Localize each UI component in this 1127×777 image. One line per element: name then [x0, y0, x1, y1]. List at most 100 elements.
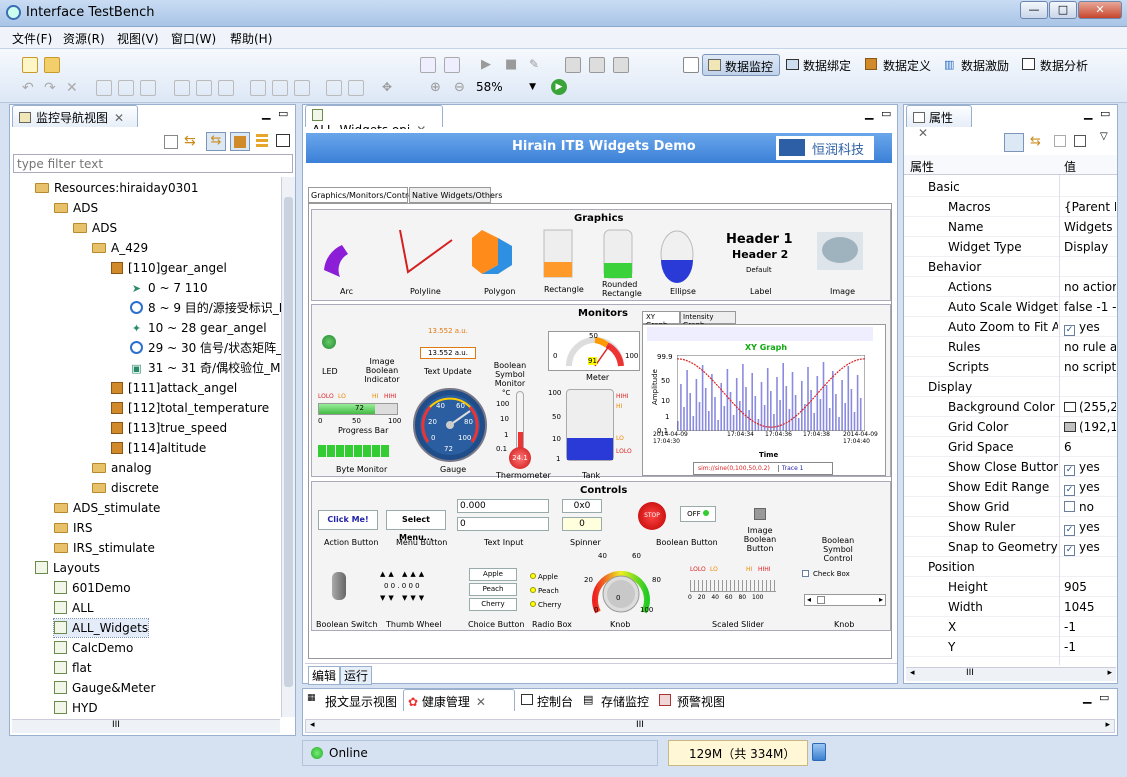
property-value[interactable]: Widgets — [1064, 217, 1116, 237]
thumb-wheel[interactable]: ▲▲ ▲▲▲ 0 0 . 0 0 0 ▼▼ ▼▼▼ — [380, 570, 446, 610]
gc-trash-icon[interactable] — [812, 743, 826, 761]
maximize-bottom-icon[interactable]: ▭ — [1099, 691, 1109, 704]
view-menu-icon[interactable]: ▽ — [1100, 131, 1108, 142]
align-right-icon[interactable] — [140, 80, 156, 96]
tree-item[interactable]: ALL_Widgets — [52, 618, 150, 638]
checkbox-icon[interactable]: ✓ — [1064, 465, 1075, 476]
tree-item[interactable]: [111]attack_angel — [111, 379, 237, 397]
intensity-tab[interactable]: Intensity Graph — [680, 311, 736, 329]
redo-icon[interactable]: ↷ — [44, 80, 60, 96]
save-icon[interactable] — [420, 57, 436, 73]
property-value[interactable]: no actior — [1064, 277, 1116, 297]
restore-icon[interactable] — [1054, 135, 1066, 147]
stop-button[interactable]: STOP — [638, 502, 666, 530]
link-icon[interactable]: ⇆ — [184, 133, 196, 149]
align-left-icon[interactable] — [96, 80, 112, 96]
tree-item[interactable]: discrete — [92, 479, 159, 497]
property-value[interactable]: (255,2 — [1064, 397, 1116, 417]
property-value[interactable]: no — [1064, 497, 1116, 517]
property-value[interactable]: no rule a — [1064, 337, 1116, 357]
display-icon[interactable] — [276, 134, 290, 147]
align-top-icon[interactable] — [174, 80, 190, 96]
tree-item[interactable]: ADS — [73, 219, 117, 237]
graph-toolbar[interactable] — [647, 327, 873, 341]
perspective-icon[interactable] — [683, 57, 699, 73]
props-hscroll[interactable]: ◂ III ▸ — [906, 667, 1116, 681]
tree-item[interactable]: ✦ 10 ~ 28 gear_angel — [130, 319, 267, 337]
properties-tab[interactable]: 属性✕ — [906, 105, 972, 140]
choice-peach[interactable]: Peach — [469, 583, 517, 596]
tree-item[interactable]: Layouts — [35, 559, 100, 577]
distribute-h-icon[interactable] — [250, 80, 266, 96]
tree-item[interactable]: Resources:hiraiday0301 — [35, 179, 199, 197]
align-middle-icon[interactable] — [196, 80, 212, 96]
maximize-editor-icon[interactable]: ▭ — [881, 107, 891, 120]
spinner-2[interactable]: 0 — [562, 517, 602, 531]
tree-filter-input[interactable] — [13, 154, 293, 173]
property-value[interactable]: 1045 — [1064, 597, 1116, 617]
checkbox-icon[interactable] — [1064, 501, 1075, 512]
spinner-1[interactable]: 0x0 — [562, 499, 602, 513]
maximize-props-icon[interactable]: ▭ — [1100, 107, 1110, 120]
property-value[interactable]: ✓ yes — [1064, 317, 1116, 337]
property-value[interactable]: -1 — [1064, 637, 1116, 657]
property-value[interactable]: 905 — [1064, 577, 1116, 597]
tree-item[interactable]: Gauge&Meter — [54, 679, 155, 697]
new-icon[interactable] — [22, 57, 38, 73]
save-all-icon[interactable] — [444, 57, 460, 73]
categories-icon[interactable] — [1004, 133, 1024, 152]
maximize-view-icon[interactable]: ▭ — [278, 107, 288, 120]
tree-item[interactable]: [110]gear_angel — [111, 259, 227, 277]
text-input-1[interactable]: 0.000 — [457, 499, 549, 513]
open-icon[interactable] — [44, 57, 60, 73]
checkbox-icon[interactable]: ✓ — [1064, 545, 1075, 556]
minimize-props-icon[interactable]: ▁ — [1084, 107, 1092, 120]
layout2-icon[interactable] — [589, 57, 605, 73]
perspective-define-button[interactable]: 数据定义 — [883, 57, 931, 74]
debug-icon[interactable]: ✎ — [529, 57, 545, 73]
list-icon[interactable] — [256, 134, 268, 149]
property-value[interactable]: false -1 - — [1064, 297, 1116, 317]
move-icon[interactable]: ✥ — [382, 80, 398, 96]
tree-item[interactable]: ALL — [54, 599, 94, 617]
minimize-button[interactable]: — — [1020, 1, 1048, 19]
tree-item[interactable]: ADS — [54, 199, 98, 217]
stop-icon[interactable]: ■ — [505, 57, 521, 73]
minimize-editor-icon[interactable]: ▁ — [865, 107, 873, 120]
zoom-select[interactable]: 58% ▼ — [476, 79, 540, 97]
cube-filter-icon[interactable] — [230, 132, 250, 151]
run-icon[interactable]: ▶ — [481, 57, 497, 73]
sync-icon[interactable]: ⇆ — [206, 132, 226, 151]
tree-item[interactable]: HYD — [54, 699, 98, 717]
property-value[interactable]: 6 — [1064, 437, 1116, 457]
xy-tab[interactable]: XY Graph — [642, 311, 680, 329]
match-height-icon[interactable] — [326, 80, 342, 96]
property-value[interactable]: {Parent M — [1064, 197, 1116, 217]
tree-item[interactable]: flat — [54, 659, 92, 677]
menu-view[interactable]: 视图(V) — [117, 30, 159, 47]
tree-vscroll[interactable] — [281, 177, 295, 717]
tree-item[interactable]: [113]true_speed — [111, 419, 227, 437]
boolean-switch[interactable] — [332, 572, 346, 600]
action-button[interactable]: Click Me! — [318, 510, 378, 530]
off-button[interactable]: OFF — [680, 506, 716, 522]
align-bottom-icon[interactable] — [218, 80, 234, 96]
tab-run[interactable]: 运行 — [340, 666, 373, 685]
zoom-out-icon[interactable]: ⊖ — [454, 80, 470, 96]
match-width-icon[interactable] — [294, 80, 310, 96]
zoom-in-icon[interactable]: ⊕ — [430, 80, 446, 96]
menu-file[interactable]: 文件(F) — [12, 30, 52, 47]
choice-apple[interactable]: Apple — [469, 568, 517, 581]
tree-item[interactable]: 8 ~ 9 目的/源接受标识_N — [130, 299, 288, 317]
property-value[interactable]: ✓ yes — [1064, 517, 1116, 537]
subtab-graphics[interactable]: Graphics/Monitors/Controls — [308, 187, 419, 203]
tree-item[interactable]: analog — [92, 459, 152, 477]
tree-hscroll[interactable]: III — [12, 719, 280, 733]
tab-health[interactable]: ✿ 健康管理 ✕ — [403, 689, 515, 711]
property-value[interactable]: (192,1 — [1064, 417, 1116, 437]
subtab-native[interactable]: Native Widgets/Others — [409, 187, 502, 203]
layout3-icon[interactable] — [613, 57, 629, 73]
scaled-slider[interactable] — [690, 580, 776, 592]
menu-button[interactable]: Select Menu... — [386, 510, 446, 542]
knob-scrollbar[interactable]: ◂ ▸ — [804, 594, 886, 606]
